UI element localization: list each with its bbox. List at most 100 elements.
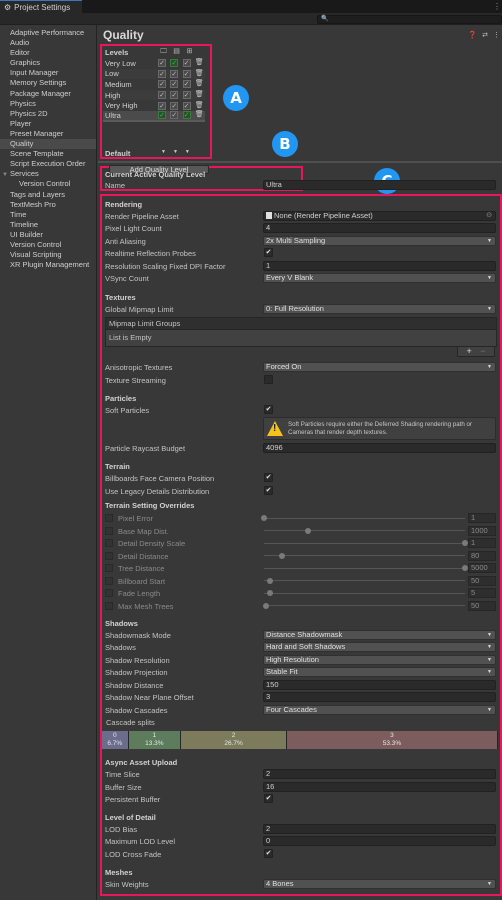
soft-particles-checkbox[interactable]: ✔ xyxy=(264,405,273,414)
help-icon[interactable]: ❓ xyxy=(468,31,477,39)
shadows-dropdown[interactable]: Hard and Soft Shadows ▼ xyxy=(263,642,496,652)
platform-checkbox[interactable]: ✓ xyxy=(182,111,191,120)
max-lod-field[interactable]: 0 xyxy=(263,836,496,846)
skin-weights-dropdown[interactable]: 4 Bones ▼ xyxy=(263,879,496,889)
sidebar-item-input-manager[interactable]: Input Manager xyxy=(0,68,96,78)
sidebar-item-physics-2d[interactable]: Physics 2D xyxy=(0,109,96,119)
add-group-button[interactable]: + xyxy=(466,347,471,356)
platform-checkbox[interactable]: ✓ xyxy=(158,59,166,68)
platform-checkbox[interactable]: ✓ xyxy=(158,80,166,89)
sidebar-item-version-control[interactable]: Version Control xyxy=(0,179,96,189)
override-slider[interactable] xyxy=(264,526,465,536)
shadowmask-dropdown[interactable]: Distance Shadowmask ▼ xyxy=(263,630,496,640)
sidebar-item-ui-builder[interactable]: UI Builder xyxy=(0,230,96,240)
override-slider[interactable] xyxy=(264,576,465,586)
sidebar-item-physics[interactable]: Physics xyxy=(0,99,96,109)
override-checkbox[interactable] xyxy=(105,526,113,535)
quality-level-row[interactable]: Very High ✓ ✓ ✓ 🗑 xyxy=(103,100,205,111)
remove-group-button[interactable]: − xyxy=(480,347,485,356)
sidebar-item-visual-scripting[interactable]: Visual Scripting xyxy=(0,250,96,260)
shadow-resolution-dropdown[interactable]: High Resolution ▼ xyxy=(263,655,496,665)
vsync-dropdown[interactable]: Every V Blank ▼ xyxy=(263,273,496,283)
override-slider[interactable] xyxy=(261,513,465,523)
cascade-split-0[interactable]: 0 6.7% xyxy=(102,731,129,749)
platform-checkbox[interactable]: ✓ xyxy=(158,101,166,110)
lod-bias-field[interactable]: 2 xyxy=(263,824,496,834)
slider-thumb[interactable] xyxy=(263,602,269,609)
sidebar-item-preset-manager[interactable]: Preset Manager xyxy=(0,129,96,139)
override-slider[interactable] xyxy=(263,601,465,611)
near-plane-field[interactable]: 3 xyxy=(263,692,496,702)
override-checkbox[interactable] xyxy=(105,576,113,585)
trash-icon[interactable]: 🗑 xyxy=(195,59,204,67)
slider-thumb[interactable] xyxy=(267,577,274,584)
platform-checkbox[interactable]: ✓ xyxy=(170,101,179,110)
override-value-field[interactable]: 1 xyxy=(468,538,496,548)
mipmap-groups-header[interactable]: Mipmap Limit Groups xyxy=(105,317,497,330)
platform-checkbox[interactable]: ✓ xyxy=(182,80,191,89)
sidebar-item-services[interactable]: ▼ Services xyxy=(0,169,96,179)
sidebar-item-package-manager[interactable]: Package Manager xyxy=(0,89,96,99)
override-value-field[interactable]: 1000 xyxy=(468,525,496,536)
texture-streaming-checkbox[interactable] xyxy=(264,375,273,384)
expand-triangle-icon[interactable]: ▼ xyxy=(2,170,10,180)
trash-icon[interactable]: 🗑 xyxy=(195,80,204,88)
platform-checkbox[interactable]: ✓ xyxy=(158,111,166,120)
render-pipeline-field[interactable]: None (Render Pipeline Asset) ⊙ xyxy=(263,211,496,221)
platform-checkbox[interactable]: ✓ xyxy=(182,91,191,100)
platform-checkbox[interactable]: ✓ xyxy=(170,59,179,68)
sidebar-item-quality[interactable]: Quality xyxy=(0,139,96,150)
sidebar-item-memory-settings[interactable]: Memory Settings xyxy=(0,78,96,88)
trash-icon[interactable]: 🗑 xyxy=(195,111,204,119)
override-value-field[interactable]: 80 xyxy=(468,550,496,561)
window-tab[interactable]: ⚙ Project Settings xyxy=(0,0,82,13)
override-value-field[interactable]: 5 xyxy=(468,588,496,598)
buffer-size-field[interactable]: 16 xyxy=(263,782,496,792)
sidebar-item-adaptive-performance[interactable]: Adaptive Performance xyxy=(0,28,96,38)
cascade-split-1[interactable]: 1 13.3% xyxy=(128,731,182,749)
sidebar-item-graphics[interactable]: Graphics xyxy=(0,58,96,68)
quality-level-row[interactable]: Medium ✓ ✓ ✓ 🗑 xyxy=(103,79,205,90)
trash-icon[interactable]: 🗑 xyxy=(195,102,204,110)
cascade-split-2[interactable]: 2 26.7% xyxy=(181,731,287,749)
billboards-checkbox[interactable]: ✔ xyxy=(264,473,273,482)
slider-thumb[interactable] xyxy=(279,552,286,559)
realtime-probes-checkbox[interactable]: ✔ xyxy=(264,248,273,257)
platform-checkbox[interactable]: ✓ xyxy=(158,91,166,100)
name-field[interactable]: Ultra xyxy=(263,180,496,190)
object-picker-icon[interactable]: ⊙ xyxy=(486,212,492,220)
quality-level-row[interactable]: Low ✓ ✓ ✓ 🗑 xyxy=(103,68,205,80)
sidebar-item-player[interactable]: Player xyxy=(0,119,96,129)
override-checkbox[interactable] xyxy=(105,539,113,547)
cascade-split-3[interactable]: 3 53.3% xyxy=(286,731,498,749)
override-value-field[interactable]: 50 xyxy=(468,575,496,586)
override-slider[interactable] xyxy=(264,551,465,561)
sidebar-item-version-control[interactable]: Version Control xyxy=(0,240,96,250)
override-checkbox[interactable] xyxy=(105,551,113,560)
override-slider[interactable] xyxy=(264,538,468,548)
platform-checkbox[interactable]: ✓ xyxy=(170,91,179,100)
anti-aliasing-dropdown[interactable]: 2x Multi Sampling ▼ xyxy=(263,236,496,246)
platform-checkbox[interactable]: ✓ xyxy=(170,111,179,120)
trash-icon[interactable]: 🗑 xyxy=(195,91,204,99)
default-webgl-dropdown[interactable]: ▼ xyxy=(173,149,178,155)
aniso-dropdown[interactable]: Forced On ▼ xyxy=(263,362,496,372)
sidebar-item-scene-template[interactable]: Scene Template xyxy=(0,149,96,159)
preset-icon[interactable]: ⇄ xyxy=(482,31,488,39)
quality-level-row[interactable]: Ultra ✓ ✓ ✓ 🗑 xyxy=(103,111,205,122)
shadow-distance-field[interactable]: 150 xyxy=(263,680,496,690)
sidebar-item-xr-plugin-management[interactable]: XR Plugin Management xyxy=(0,260,96,270)
shadow-cascades-dropdown[interactable]: Four Cascades ▼ xyxy=(263,705,496,715)
shadow-projection-dropdown[interactable]: Stable Fit ▼ xyxy=(263,667,496,677)
search-input[interactable]: 🔍 xyxy=(317,15,502,24)
default-windows-dropdown[interactable]: ▼ xyxy=(185,149,190,155)
platform-checkbox[interactable]: ✓ xyxy=(182,59,191,68)
sidebar-item-time[interactable]: Time xyxy=(0,210,96,220)
quality-level-row[interactable]: Very Low ✓ ✓ ✓ 🗑 xyxy=(103,58,205,69)
override-checkbox[interactable] xyxy=(105,514,113,522)
slider-thumb[interactable] xyxy=(267,590,274,596)
platform-checkbox[interactable]: ✓ xyxy=(170,69,179,78)
sidebar-item-textmesh-pro[interactable]: TextMesh Pro xyxy=(0,200,96,210)
persistent-buffer-checkbox[interactable]: ✔ xyxy=(264,794,273,803)
trash-icon[interactable]: 🗑 xyxy=(195,70,204,78)
